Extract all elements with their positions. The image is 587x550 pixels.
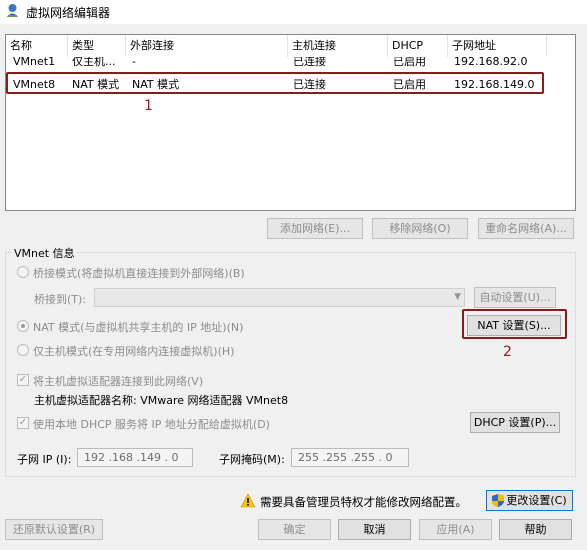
cell-external: -	[132, 57, 136, 68]
network-app-icon	[7, 4, 18, 17]
annotation-box-2	[462, 309, 567, 339]
help-button[interactable]: 帮助	[499, 519, 572, 540]
warning-icon	[240, 493, 256, 508]
use-dhcp-label: 使用本地 DHCP 服务将 IP 地址分配给虚拟机(D)	[33, 418, 270, 431]
bridge-to-select[interactable]: ▼	[94, 288, 465, 307]
nat-mode-radio[interactable]	[17, 320, 29, 332]
vmnet-info-group	[5, 252, 576, 477]
restore-defaults-button[interactable]: 还原默认设置(R)	[5, 519, 103, 540]
annotation-box-1	[6, 72, 544, 94]
change-settings-button[interactable]: 更改设置(C)	[486, 490, 573, 511]
title-bar: 虚拟网络编辑器	[0, 0, 587, 24]
network-table[interactable]: 名称 类型 外部连接 主机连接 DHCP 子网地址 VMnet1 仅主机... …	[5, 34, 576, 211]
change-settings-label: 更改设置(C)	[506, 494, 567, 507]
nat-mode-label: NAT 模式(与虚拟机共享主机的 IP 地址)(N)	[33, 321, 244, 334]
add-network-button[interactable]: 添加网络(E)...	[267, 218, 363, 239]
use-dhcp-checkbox[interactable]: ✓	[17, 417, 29, 429]
col-type-header[interactable]: 类型	[68, 35, 126, 57]
col-host-header[interactable]: 主机连接	[288, 35, 388, 57]
table-row[interactable]: VMnet1 仅主机... - 已连接 已启用 192.168.92.0	[6, 57, 575, 71]
chevron-down-icon: ▼	[454, 292, 461, 302]
bridge-mode-label: 桥接模式(将虚拟机直接连接到外部网络)(B)	[33, 267, 245, 280]
host-only-mode-radio[interactable]	[17, 344, 29, 356]
apply-button[interactable]: 应用(A)	[419, 519, 492, 540]
col-name-header[interactable]: 名称	[6, 35, 68, 57]
connect-adapter-label: 将主机虚拟适配器连接到此网络(V)	[33, 375, 204, 388]
annotation-label-1: 1	[144, 98, 153, 114]
cell-host: 已连接	[293, 57, 326, 68]
admin-notice-text: 需要具备管理员特权才能修改网络配置。	[260, 495, 467, 509]
cell-name: VMnet1	[13, 57, 56, 68]
annotation-label-2: 2	[503, 344, 512, 360]
cancel-button[interactable]: 取消	[338, 519, 411, 540]
host-only-mode-label: 仅主机模式(在专用网络内连接虚拟机)(H)	[33, 345, 235, 358]
remove-network-button[interactable]: 移除网络(O)	[372, 218, 468, 239]
dhcp-settings-button[interactable]: DHCP 设置(P)...	[470, 412, 560, 433]
cell-type: 仅主机...	[72, 57, 116, 68]
subnet-ip-field[interactable]: 192 .168 .149 . 0	[77, 448, 193, 467]
bridge-to-label: 桥接到(T):	[34, 293, 87, 306]
subnet-ip-label: 子网 IP (I):	[17, 453, 72, 466]
adapter-name-label: 主机虚拟适配器名称: VMware 网络适配器 VMnet8	[34, 394, 289, 407]
col-external-header[interactable]: 外部连接	[126, 35, 288, 57]
subnet-mask-label: 子网掩码(M):	[219, 453, 285, 466]
auto-settings-button[interactable]: 自动设置(U)...	[474, 287, 556, 308]
window-title: 虚拟网络编辑器	[26, 6, 111, 20]
subnet-mask-field[interactable]: 255 .255 .255 . 0	[291, 448, 409, 467]
uac-shield-icon	[492, 494, 504, 507]
cell-subnet: 192.168.92.0	[454, 57, 528, 68]
ok-button[interactable]: 确定	[258, 519, 331, 540]
col-subnet-header[interactable]: 子网地址	[448, 35, 547, 57]
col-dhcp-header[interactable]: DHCP	[388, 35, 448, 57]
vmnet-info-legend: VMnet 信息	[12, 245, 77, 261]
rename-network-button[interactable]: 重命名网络(A)...	[478, 218, 574, 239]
connect-adapter-checkbox[interactable]: ✓	[17, 374, 29, 386]
bridge-mode-radio[interactable]	[17, 266, 29, 278]
cell-dhcp: 已启用	[393, 57, 426, 68]
